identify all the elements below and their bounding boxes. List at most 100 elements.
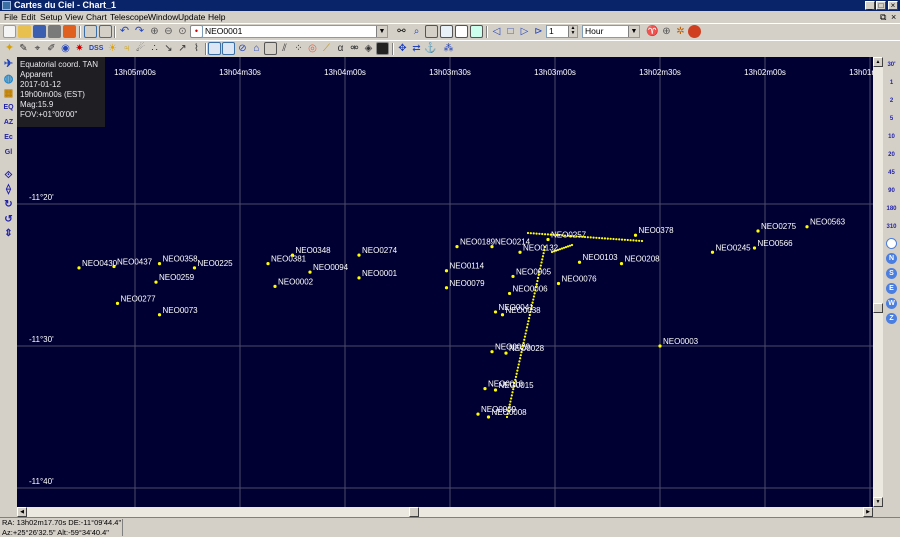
crosshair-icon[interactable]: ⊕ xyxy=(660,25,673,38)
compass-rose-icon[interactable]: ⊘ xyxy=(236,42,249,55)
asteroid-icon[interactable]: ∴ xyxy=(148,42,161,55)
horizontal-scrollbar[interactable]: ◀ ▶ xyxy=(17,507,873,517)
maximize-button[interactable]: □ xyxy=(876,1,886,10)
zoom-out-icon[interactable]: ⊖ xyxy=(162,25,175,38)
search-input[interactable]: NEO0001 ▼ xyxy=(202,25,388,38)
eye-icon[interactable]: ◈ xyxy=(362,42,375,55)
satellite-icon[interactable]: ↘ xyxy=(162,42,175,55)
menu-file[interactable]: File xyxy=(4,12,18,22)
save-icon[interactable] xyxy=(33,25,46,38)
step-count-input[interactable]: 1 ▲ ▼ xyxy=(546,25,578,38)
flip-vertical-icon[interactable]: ⟠ xyxy=(2,183,15,197)
redo-icon[interactable]: ↷ xyxy=(133,25,146,38)
move-icon[interactable]: ✥ xyxy=(396,42,409,55)
rotate-right-icon[interactable]: ↻ xyxy=(2,198,15,212)
menu-update[interactable]: Update xyxy=(178,12,205,22)
west-button[interactable]: W xyxy=(886,298,897,309)
menu-edit[interactable]: Edit xyxy=(21,12,36,22)
horizontal-scroll-thumb[interactable] xyxy=(409,507,419,517)
step-back-icon[interactable]: ◁ xyxy=(490,25,503,38)
binoculars-icon[interactable]: ⚯ xyxy=(395,25,408,38)
vertical-scroll-thumb[interactable] xyxy=(873,303,883,313)
east-button[interactable]: E xyxy=(886,283,897,294)
menu-chart[interactable]: Chart xyxy=(86,12,107,22)
find-icon[interactable]: ⌕ xyxy=(410,25,423,38)
az-grid-icon[interactable] xyxy=(222,42,235,55)
setup-icon[interactable] xyxy=(63,25,76,38)
fov-310-button[interactable]: 310 xyxy=(884,221,899,233)
sync-icon[interactable]: ✲ xyxy=(674,25,687,38)
fov-2-button[interactable]: 2 xyxy=(884,95,899,107)
mdi-restore-icon[interactable]: ⧉ xyxy=(880,12,886,22)
spin-arrows-icon[interactable]: ▲ ▼ xyxy=(568,26,577,37)
stripe-icon[interactable]: ⫽ xyxy=(278,42,291,55)
target-icon[interactable]: ◎ xyxy=(306,42,319,55)
print-icon[interactable] xyxy=(48,25,61,38)
boundary-icon[interactable]: ⌇ xyxy=(190,42,203,55)
menu-telescope[interactable]: Telescope xyxy=(110,12,148,22)
constellation-icon[interactable]: ↗ xyxy=(176,42,189,55)
zenith-button[interactable]: Z xyxy=(886,313,897,324)
scroll-right-icon[interactable]: ▶ xyxy=(863,507,873,517)
scroll-down-icon[interactable]: ▼ xyxy=(873,497,883,507)
ecliptic-projection-button[interactable]: Ec xyxy=(2,131,15,145)
zoom-field-icon[interactable]: ⊙ xyxy=(176,25,189,38)
calendar-icon[interactable] xyxy=(440,25,453,38)
open-folder-icon[interactable] xyxy=(18,25,31,38)
close-button[interactable]: × xyxy=(888,1,898,10)
minimize-button[interactable]: _ xyxy=(865,1,875,10)
list-icon[interactable] xyxy=(425,25,438,38)
planet-icon[interactable]: ♃ xyxy=(120,42,133,55)
refresh-icon[interactable]: ⁂ xyxy=(442,42,455,55)
nav-compass-icon[interactable]: ✈ xyxy=(2,57,15,71)
chevron-down-icon[interactable]: ▼ xyxy=(376,26,387,37)
sky-chart-svg[interactable]: 13h05m00s 13h04m30s 13h04m00s 13h03m30s 13h0… xyxy=(17,57,873,507)
swap-icon[interactable]: ⇕ xyxy=(2,227,15,241)
zenith-icon[interactable] xyxy=(886,238,897,249)
play-icon[interactable]: ⊳ xyxy=(532,25,545,38)
frame-icon[interactable] xyxy=(264,42,277,55)
link-icon[interactable]: ⚮ xyxy=(348,42,361,55)
flip-icon[interactable]: ⚓ xyxy=(424,42,437,55)
globe-icon[interactable]: ◉ xyxy=(59,42,72,55)
scroll-left-icon[interactable]: ◀ xyxy=(17,507,27,517)
undo-icon[interactable]: ↶ xyxy=(118,25,131,38)
menu-view[interactable]: View xyxy=(65,12,83,22)
dots-icon[interactable]: ⁘ xyxy=(292,42,305,55)
comet-icon[interactable]: ☄ xyxy=(134,42,147,55)
menu-help[interactable]: Help xyxy=(208,12,225,22)
dss-icon[interactable]: DSS xyxy=(89,42,103,55)
night-mode-icon[interactable] xyxy=(376,42,389,55)
alpha-icon[interactable]: α xyxy=(334,42,347,55)
fov-45-button[interactable]: 45 xyxy=(884,167,899,179)
table-icon[interactable] xyxy=(455,25,468,38)
az-projection-button[interactable]: AZ xyxy=(2,116,15,130)
menu-setup[interactable]: Setup xyxy=(40,12,62,22)
menu-window[interactable]: Window xyxy=(148,12,178,22)
fov-20-button[interactable]: 20 xyxy=(884,149,899,161)
abort-icon[interactable] xyxy=(688,25,701,38)
eq-projection-button[interactable]: EQ xyxy=(2,101,15,115)
milkyway-icon[interactable]: ✷ xyxy=(73,42,86,55)
fov-90-button[interactable]: 90 xyxy=(884,185,899,197)
nebula-icon[interactable]: ✎ xyxy=(17,42,30,55)
tile-horizontal-icon[interactable] xyxy=(84,25,97,38)
fov-5-button[interactable]: 5 xyxy=(884,113,899,125)
star-icon[interactable]: ✦ xyxy=(3,42,16,55)
new-chart-icon[interactable] xyxy=(3,25,16,38)
stop-icon[interactable]: □ xyxy=(504,25,517,38)
mdi-close-icon[interactable]: × xyxy=(891,12,896,22)
galactic-projection-button[interactable]: Gl xyxy=(2,146,15,160)
flip-horizontal-icon[interactable]: ⟐ xyxy=(2,169,15,183)
chevron-down-icon[interactable]: ▼ xyxy=(628,26,639,37)
light-icon[interactable]: ☀ xyxy=(106,42,119,55)
fov-1-button[interactable]: 1 xyxy=(884,77,899,89)
telescope-icon[interactable]: ♈ xyxy=(646,25,659,38)
grid-icon[interactable] xyxy=(470,25,483,38)
sky-chart[interactable]: 13h05m00s 13h04m30s 13h04m00s 13h03m30s 13h0… xyxy=(17,57,873,507)
rotate-left-icon[interactable]: ↺ xyxy=(2,213,15,227)
fov-10-button[interactable]: 10 xyxy=(884,131,899,143)
north-button[interactable]: N xyxy=(886,253,897,264)
fov-30min-button[interactable]: 30' xyxy=(884,59,899,71)
time-unit-select[interactable]: Hour ▼ xyxy=(582,25,640,38)
